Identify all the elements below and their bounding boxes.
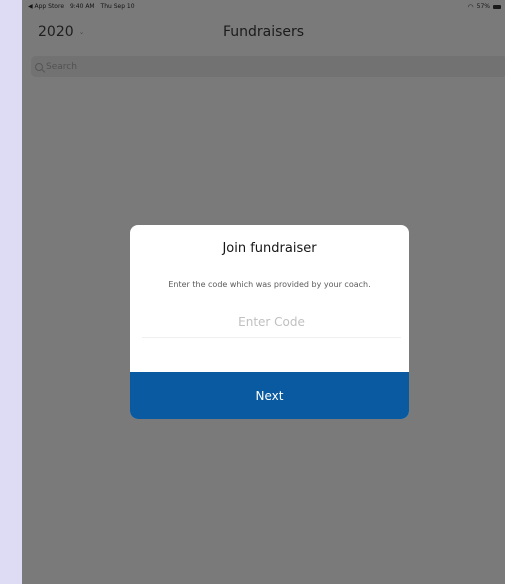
- battery-icon: [493, 5, 501, 9]
- nav-bar: Fundraisers 2020 ⌄: [22, 14, 505, 48]
- next-button[interactable]: Next: [130, 372, 409, 419]
- year-selector[interactable]: 2020 ⌄: [38, 24, 85, 40]
- page-title: Fundraisers: [222, 24, 305, 40]
- battery-percent: 57%: [476, 3, 490, 10]
- status-right: ◠ 57%: [468, 0, 501, 14]
- status-date: Thu Sep 10: [100, 3, 135, 10]
- chevron-down-icon: ⌄: [78, 28, 85, 36]
- app-screen: ◀ App Store 9:40 AM Thu Sep 10 ◠ 57% Fun…: [22, 0, 505, 584]
- year-value: 2020: [38, 24, 74, 40]
- code-input[interactable]: [142, 307, 401, 338]
- dialog-subtitle: Enter the code which was provided by you…: [168, 280, 371, 289]
- dialog-title: Join fundraiser: [222, 241, 317, 256]
- wifi-icon: ◠: [467, 3, 474, 11]
- back-to-app-link[interactable]: ◀ App Store: [28, 3, 64, 10]
- search-placeholder: Search: [46, 61, 77, 72]
- search-icon: [35, 62, 43, 71]
- left-margin: [0, 0, 22, 584]
- status-time: 9:40 AM: [69, 3, 95, 10]
- status-bar: ◀ App Store 9:40 AM Thu Sep 10 ◠ 57%: [22, 0, 505, 14]
- status-left: ◀ App Store 9:40 AM Thu Sep 10: [28, 0, 139, 14]
- join-fundraiser-dialog: Join fundraiser Enter the code which was…: [130, 225, 409, 419]
- search-input[interactable]: Search: [31, 56, 505, 77]
